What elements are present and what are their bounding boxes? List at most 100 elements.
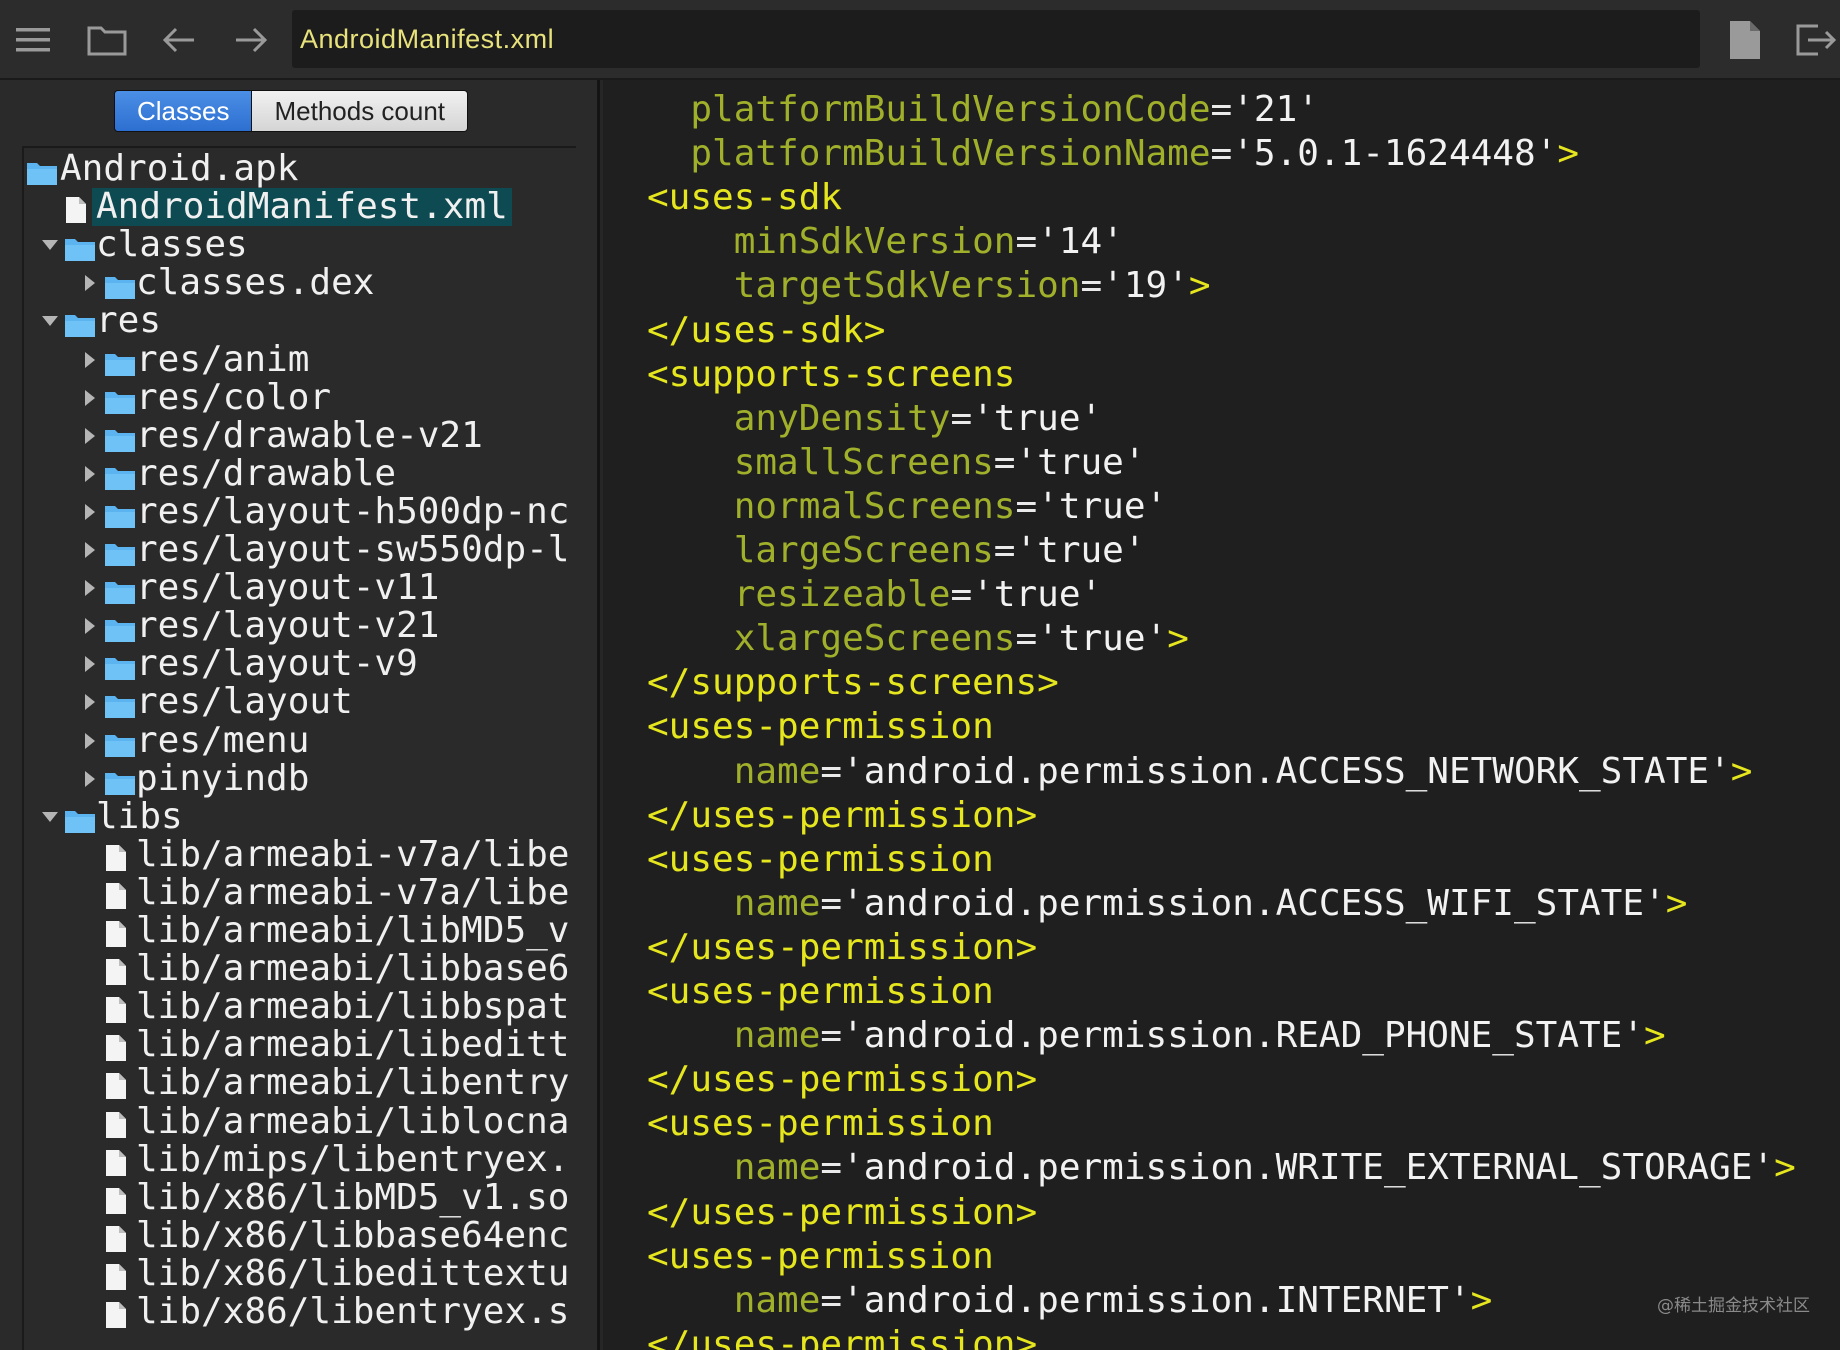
xml-attribute: minSdkVersion (733, 221, 1016, 263)
tree-folder-row[interactable]: pinyindb (24, 757, 576, 799)
xml-attribute: name (733, 750, 821, 792)
code-line: </uses-permission> (647, 1192, 1037, 1233)
collapsed-arrow-icon[interactable] (80, 417, 100, 455)
tree-file-row[interactable]: lib/x86/libbase64enc (24, 1214, 576, 1256)
tree-item-label: lib/armeabi/libMD5_v (136, 910, 570, 951)
tree-file-row[interactable]: lib/armeabi/libbase6 (24, 950, 576, 988)
tree-folder-row[interactable]: res/layout-sw550dp-l (24, 531, 576, 569)
xml-equals: = (950, 574, 973, 616)
tree-item-label: lib/armeabi/liblocna (136, 1100, 570, 1142)
collapsed-arrow-icon[interactable] (80, 493, 100, 531)
xml-equals: = (1210, 133, 1233, 175)
path-input[interactable]: AndroidManifest.xml (292, 10, 1700, 68)
tree-folder-row[interactable]: res/drawable (24, 452, 576, 494)
expanded-arrow-icon[interactable] (40, 226, 60, 264)
xml-tag: </uses-permission> (647, 926, 1038, 968)
tree-folder-row[interactable]: res/color (24, 378, 576, 417)
tree-folder-row[interactable]: classes.dex (24, 264, 576, 302)
xml-equals: = (1015, 221, 1038, 263)
tree-item-label: lib/mips/libentryex. (136, 1138, 570, 1180)
xml-tag: </uses-sdk> (647, 309, 886, 351)
tree-folder-row[interactable]: res/layout-v21 (24, 607, 576, 645)
xml-tag: <uses-permission (647, 838, 994, 880)
xml-equals: = (820, 1147, 843, 1189)
tree-file-row[interactable]: lib/armeabi-v7a/libe (24, 835, 576, 874)
tree-file-row[interactable]: lib/armeabi/libentry (24, 1064, 576, 1102)
tree-file-row[interactable]: AndroidManifest.xml (24, 188, 576, 227)
code-line: </uses-sdk> (647, 309, 886, 351)
tab-classes[interactable]: Classes (115, 91, 253, 131)
tree-folder-row[interactable]: res/layout-v9 (24, 645, 576, 683)
menu-icon[interactable] (12, 18, 56, 62)
expanded-arrow-icon[interactable] (40, 302, 60, 340)
code-line: resizeable='true' (647, 575, 1102, 615)
collapsed-arrow-icon[interactable] (80, 607, 100, 645)
code-line: <uses-permission (647, 972, 994, 1012)
tree-folder-row[interactable]: res/layout-h500dp-nc (24, 492, 576, 531)
xml-tag-close: > (1774, 1147, 1796, 1189)
collapsed-arrow-icon[interactable] (80, 645, 100, 683)
file-icon[interactable] (1722, 18, 1766, 62)
tree-item-label: classes (96, 224, 248, 266)
collapsed-arrow-icon[interactable] (80, 569, 100, 607)
collapsed-arrow-icon[interactable] (80, 683, 100, 721)
tree-folder-row[interactable]: res/layout-v11 (24, 569, 576, 607)
tree-file-row[interactable]: lib/armeabi/libMD5_v (24, 912, 576, 950)
code-line: platformBuildVersionName='5.0.1-1624448'… (647, 134, 1579, 174)
xml-equals: = (820, 750, 843, 792)
xml-equals: = (820, 882, 843, 924)
collapsed-arrow-icon[interactable] (80, 531, 100, 569)
code-line: targetSdkVersion='19'> (647, 266, 1211, 306)
code-line: <uses-permission (647, 1104, 994, 1144)
collapsed-arrow-icon[interactable] (80, 722, 100, 760)
tree-file-row[interactable]: lib/armeabi/liblocna (24, 1100, 576, 1142)
tree-file-row[interactable]: lib/armeabi-v7a/libe (24, 873, 576, 912)
tree-folder-row[interactable]: res/anim (24, 340, 576, 379)
tree-file-row[interactable]: lib/armeabi/libbspat (24, 988, 576, 1026)
xml-value: 'true' (1015, 530, 1146, 571)
tree-folder-row[interactable]: res/menu (24, 721, 576, 760)
code-line: <uses-permission (647, 707, 994, 747)
tree-folder-row[interactable]: Android.apk (24, 150, 576, 188)
tree-item-label: lib/x86/libbase64enc (136, 1214, 570, 1256)
tree-folder-row[interactable]: res/drawable-v21 (24, 416, 576, 455)
exit-icon[interactable] (1792, 18, 1836, 62)
folder-icon[interactable] (86, 18, 130, 62)
tree-item-label: res/drawable (136, 452, 397, 494)
collapsed-arrow-icon[interactable] (80, 379, 100, 417)
collapsed-arrow-icon[interactable] (80, 760, 100, 798)
xml-attribute: platformBuildVersionName (690, 133, 1211, 175)
tree-file-row[interactable]: lib/x86/libentryex.s (24, 1293, 576, 1331)
code-line: normalScreens='true' (647, 486, 1168, 527)
file-tree: Android.apk AndroidManifest.xml classes cla… (22, 146, 576, 1350)
collapsed-arrow-icon[interactable] (80, 341, 100, 379)
xml-tag: </uses-permission> (647, 1059, 1038, 1101)
tree-folder-row[interactable]: res (24, 302, 576, 340)
tree-file-row[interactable]: lib/armeabi/libeditt (24, 1026, 576, 1064)
expanded-arrow-icon[interactable] (40, 798, 60, 836)
tree-folder-row[interactable]: res/layout (24, 683, 576, 721)
tree-folder-row[interactable]: classes (24, 226, 576, 264)
tree-file-row[interactable]: lib/x86/libMD5_v1.so (24, 1176, 576, 1218)
tree-file-row[interactable]: lib/mips/libentryex. (24, 1138, 576, 1180)
collapsed-arrow-icon[interactable] (80, 455, 100, 493)
code-line: <uses-sdk (647, 178, 842, 218)
code-line: </supports-screens> (647, 663, 1059, 703)
xml-attribute: largeScreens (733, 530, 994, 571)
tab-methods-count[interactable]: Methods count (252, 91, 468, 131)
forward-arrow-icon[interactable] (228, 18, 272, 62)
back-arrow-icon[interactable] (158, 18, 202, 62)
tree-item-label: libs (96, 795, 183, 837)
collapsed-arrow-icon[interactable] (80, 264, 100, 302)
xml-equals: = (820, 1015, 843, 1057)
tree-file-row[interactable]: lib/x86/libedittextu (24, 1254, 576, 1293)
tree-item-label: pinyindb (136, 757, 310, 799)
tree-item-label: lib/x86/libMD5_v1.so (136, 1176, 570, 1218)
tree-folder-row[interactable]: libs (24, 795, 576, 837)
